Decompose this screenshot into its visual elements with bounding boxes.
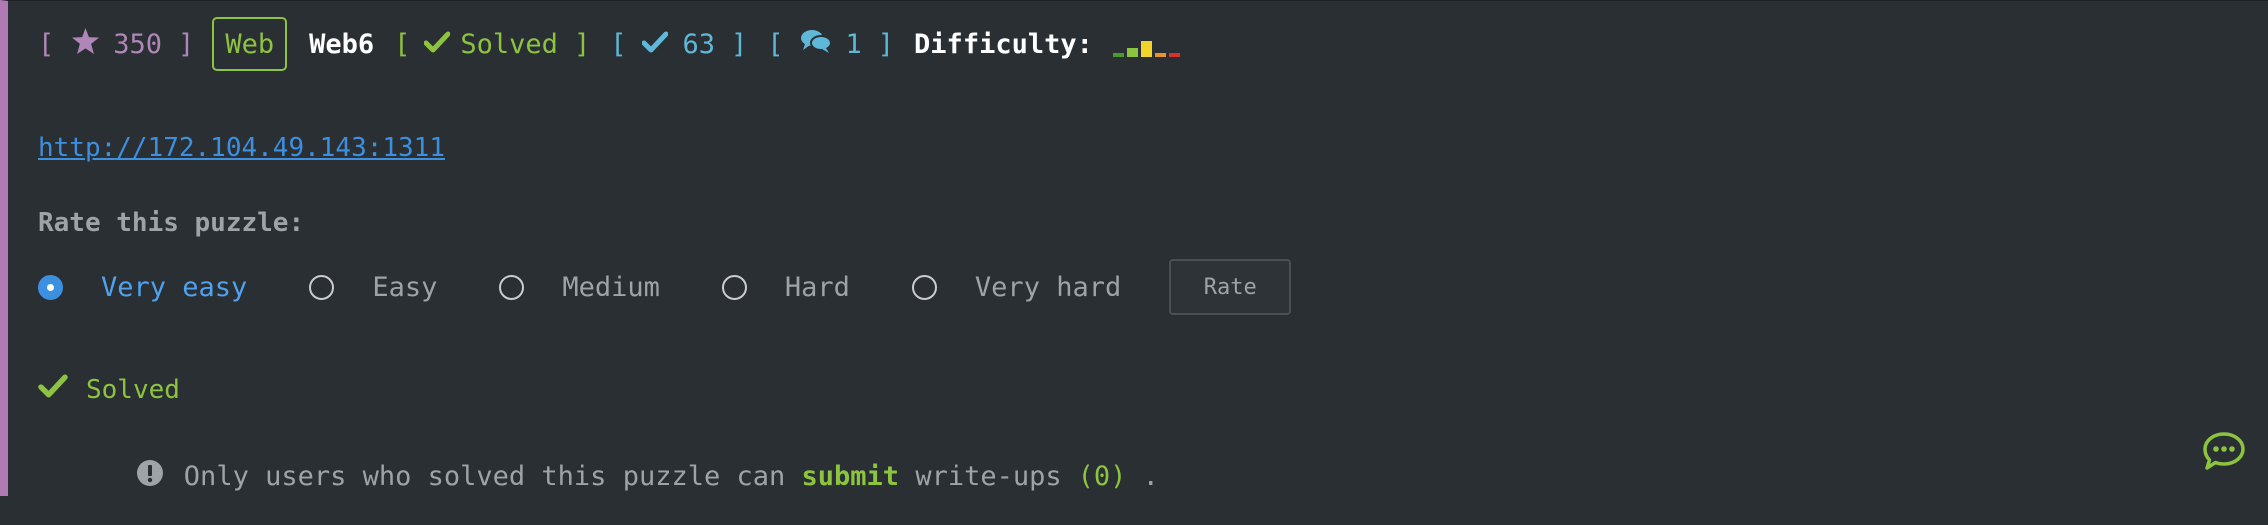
difficulty-bar (1154, 53, 1166, 57)
puzzle-title: Web6 (309, 28, 375, 60)
rating-form: Very easy Easy Medium Hard Very hard Rat… (38, 259, 1292, 315)
check-icon (423, 29, 451, 60)
difficulty-meter (1112, 35, 1183, 57)
rating-option-very-hard[interactable]: Very hard (911, 271, 1122, 303)
rate-button[interactable]: Rate (1169, 259, 1292, 315)
chat-bubble-icon[interactable] (2202, 431, 2246, 475)
writeups-end: . (1126, 461, 1159, 492)
puzzle-panel: [ 350 ] Web Web6 [ Solved ] [ 63 ] [ 1 ]… (0, 0, 2268, 496)
writeups-text-after: write-ups (899, 461, 1062, 492)
comments-count[interactable]: 1 (846, 29, 862, 60)
radio-medium[interactable] (499, 274, 525, 300)
exclamation-circle-icon (38, 428, 164, 525)
status-bracket-close: ] (573, 28, 591, 60)
rating-option-easy[interactable]: Easy (309, 272, 437, 303)
radio-hard[interactable] (721, 274, 747, 300)
writeups-info: Only users who solved this puzzle can su… (38, 428, 1159, 525)
comments-icon (800, 28, 832, 61)
difficulty-bar (1140, 41, 1152, 57)
category-badge[interactable]: Web (212, 17, 288, 71)
solves-bracket-open: [ (610, 28, 627, 60)
writeups-text-before: Only users who solved this puzzle can (167, 461, 802, 492)
rating-label-easy: Easy (372, 271, 438, 303)
rating-label-medium: Medium (562, 271, 660, 303)
solved-status-label: Solved (460, 28, 558, 60)
radio-very-hard[interactable] (911, 274, 937, 300)
comments-bracket-close: ] (877, 28, 895, 60)
comments-bracket-open: [ (767, 28, 784, 60)
writeups-count[interactable]: (0) (1078, 461, 1127, 492)
submit-writeup-link[interactable]: submit (802, 461, 900, 492)
challenge-link[interactable]: http://172.104.49.143:1311 (38, 133, 445, 163)
points-bracket-open: [ (38, 28, 55, 60)
puzzle-header: [ 350 ] Web Web6 [ Solved ] [ 63 ] [ 1 ]… (38, 15, 1183, 73)
star-icon (72, 27, 100, 61)
rating-label-hard: Hard (784, 271, 850, 303)
check-icon (641, 29, 669, 60)
difficulty-bar (1168, 53, 1180, 57)
rating-option-hard[interactable]: Hard (721, 271, 850, 303)
status-bracket-open: [ (394, 28, 411, 60)
rating-label-very-hard: Very hard (974, 271, 1122, 303)
solved-label: Solved (86, 374, 180, 405)
rating-label-very-easy: Very easy (101, 271, 248, 303)
radio-easy[interactable] (309, 274, 335, 300)
points-value: 350 (113, 28, 163, 60)
difficulty-bar (1112, 53, 1124, 57)
difficulty-bar (1126, 48, 1138, 57)
check-icon (38, 374, 68, 405)
radio-very-easy[interactable] (38, 274, 63, 300)
difficulty-label: Difficulty: (914, 28, 1093, 60)
solves-bracket-close: ] (730, 28, 748, 60)
points-bracket-close: ] (178, 28, 195, 60)
solved-status: Solved (38, 374, 180, 405)
rate-title: Rate this puzzle: (38, 208, 305, 238)
rating-option-very-easy[interactable]: Very easy (38, 272, 247, 303)
solves-count[interactable]: 63 (682, 29, 715, 60)
rating-option-medium[interactable]: Medium (499, 272, 660, 303)
